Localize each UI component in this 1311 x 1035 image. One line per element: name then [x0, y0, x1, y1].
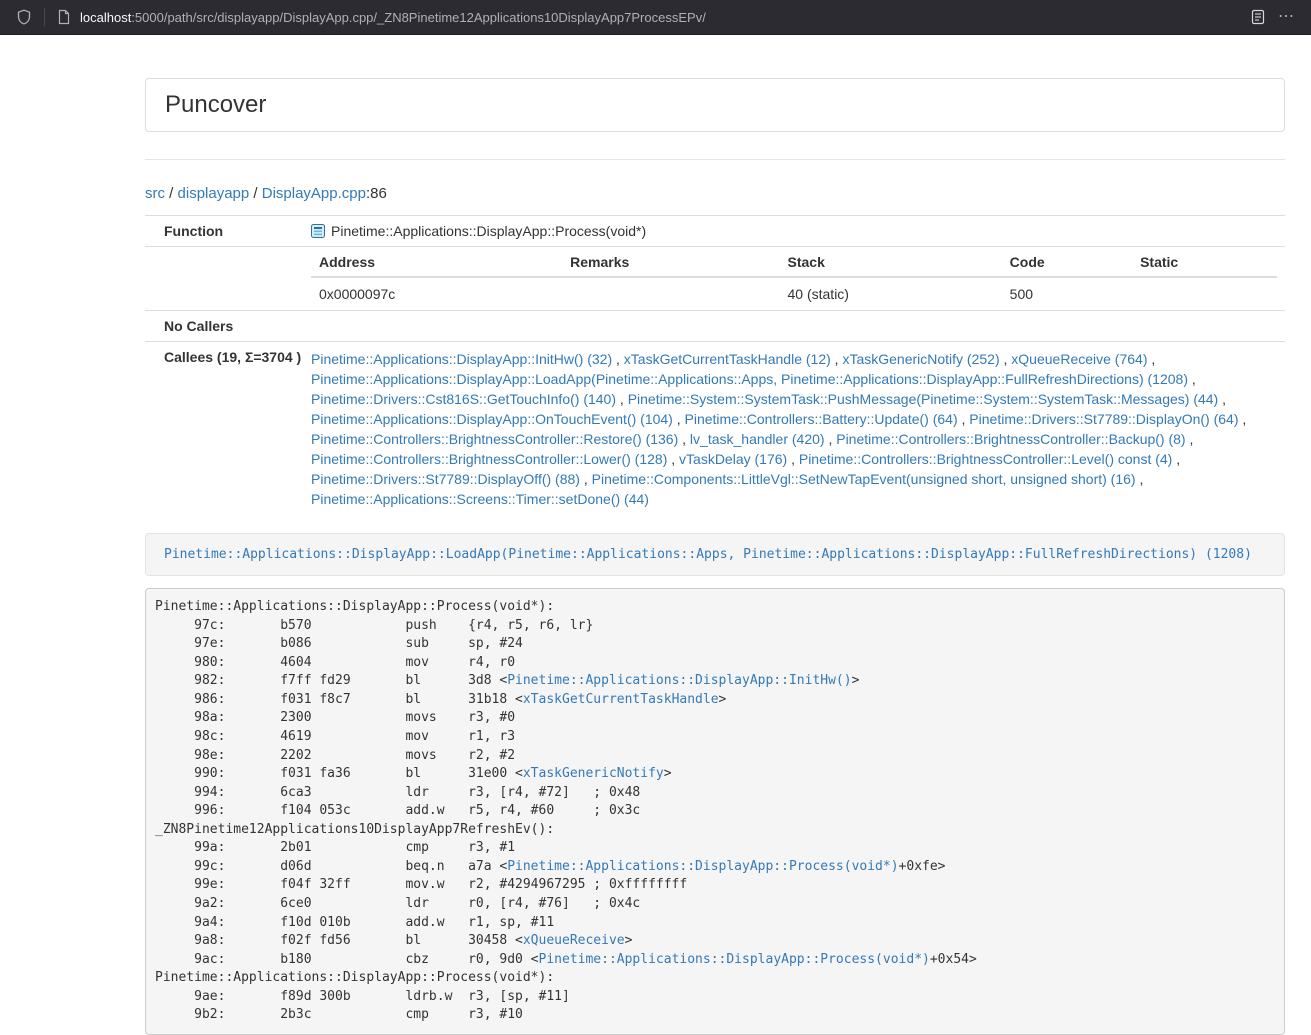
detail-col-header-remarks: Remarks: [562, 254, 779, 277]
callee-separator: ,: [1136, 471, 1144, 487]
callee-link[interactable]: Pinetime::Applications::DisplayApp::Load…: [311, 371, 1188, 387]
divider-rule: [145, 159, 1285, 160]
detail-col-header-stack: Stack: [780, 254, 1002, 277]
callee-link[interactable]: Pinetime::Drivers::Cst816S::GetTouchInfo…: [311, 391, 616, 407]
callee-separator: ,: [825, 431, 837, 447]
detail-col-header-code: Code: [1002, 254, 1132, 277]
callee-separator: ,: [667, 451, 679, 467]
callee-separator: ,: [612, 351, 624, 367]
highlighted-symbol-link[interactable]: Pinetime::Applications::DisplayApp::Load…: [164, 547, 1252, 562]
callee-separator: ,: [1188, 371, 1196, 387]
detail-col-header-address: Address: [311, 254, 562, 277]
callee-separator: ,: [673, 411, 685, 427]
callees-label: Callees (19, Σ=3704 ): [145, 342, 303, 517]
callee-separator: ,: [1147, 351, 1155, 367]
breadcrumb-separator: /: [249, 185, 262, 202]
detail-value-stack: 40 (static): [780, 277, 1002, 303]
callee-separator: ,: [958, 411, 970, 427]
detail-value-address: 0x0000097c: [311, 277, 562, 303]
page-actions-more-icon[interactable]: ⋯: [1274, 9, 1299, 25]
callee-link[interactable]: Pinetime::Components::LittleVgl::SetNewT…: [592, 471, 1136, 487]
breadcrumb-link-displayapp.cpp[interactable]: DisplayApp.cpp: [262, 185, 366, 202]
callee-link[interactable]: Pinetime::Drivers::St7789::DisplayOff() …: [311, 471, 580, 487]
callee-link[interactable]: xQueueReceive (764): [1011, 351, 1147, 367]
reader-mode-icon[interactable]: [1251, 9, 1265, 25]
callee-link[interactable]: vTaskDelay (176): [679, 451, 787, 467]
disassembly: Pinetime::Applications::DisplayApp::Proc…: [145, 588, 1285, 1035]
callee-separator: ,: [616, 391, 628, 407]
breadcrumb-separator: /: [165, 185, 178, 202]
callee-link[interactable]: lv_task_handler (420): [690, 431, 825, 447]
code-symbol-link[interactable]: xQueueReceive: [523, 933, 625, 948]
callee-separator: ,: [1172, 451, 1180, 467]
page-content: Puncover src / displayapp / DisplayApp.c…: [145, 35, 1285, 1035]
url-path: :5000/path/src/displayapp/DisplayApp.cpp…: [131, 10, 706, 25]
callee-separator: ,: [1186, 431, 1194, 447]
callee-separator: ,: [1239, 411, 1247, 427]
function-label: Function: [145, 216, 303, 247]
breadcrumb-link-src[interactable]: src: [145, 185, 165, 202]
detail-value-row: 0x0000097c 40 (static)500: [311, 277, 1277, 303]
callee-link[interactable]: Pinetime::Applications::Screens::Timer::…: [311, 491, 649, 507]
callee-link[interactable]: Pinetime::Controllers::BrightnessControl…: [311, 451, 667, 467]
callee-separator: ,: [1218, 391, 1226, 407]
function-cell: Pinetime::Applications::DisplayApp::Proc…: [303, 216, 1285, 247]
callee-link[interactable]: xTaskGetCurrentTaskHandle (12): [624, 351, 831, 367]
url-host: localhost: [80, 10, 131, 25]
symbol-table: Function Pinetime::Applications::Display…: [145, 215, 1285, 516]
app-title-panel: Puncover: [145, 78, 1285, 132]
detail-table: AddressRemarksStackCodeStatic 0x0000097c…: [311, 254, 1277, 303]
callee-separator: ,: [678, 431, 690, 447]
detail-value-code: 500: [1002, 277, 1132, 303]
code-symbol-link[interactable]: Pinetime::Applications::DisplayApp::Proc…: [507, 859, 898, 874]
chrome-divider: [44, 8, 45, 26]
no-callers-row: No Callers: [145, 311, 1285, 342]
page-title: Puncover: [165, 92, 1265, 118]
code-symbol-link[interactable]: Pinetime::Applications::DisplayApp::Proc…: [539, 952, 930, 967]
detail-row: AddressRemarksStackCodeStatic 0x0000097c…: [145, 247, 1285, 311]
breadcrumb-line-number: :86: [366, 185, 387, 202]
callee-link[interactable]: Pinetime::Controllers::BrightnessControl…: [836, 431, 1185, 447]
browser-chrome: localhost:5000/path/src/displayapp/Displ…: [0, 0, 1311, 35]
url-bar[interactable]: localhost:5000/path/src/displayapp/Displ…: [80, 10, 1242, 25]
function-type-icon: [311, 224, 325, 238]
callee-link[interactable]: xTaskGenericNotify (252): [842, 351, 999, 367]
callees-cell: Pinetime::Applications::DisplayApp::Init…: [303, 342, 1285, 517]
callee-link[interactable]: Pinetime::System::SystemTask::PushMessag…: [628, 391, 1219, 407]
code-symbol-link[interactable]: xTaskGetCurrentTaskHandle: [523, 692, 719, 707]
detail-value-remarks: [562, 277, 779, 303]
callee-link[interactable]: Pinetime::Drivers::St7789::DisplayOn() (…: [969, 411, 1238, 427]
page-info-icon[interactable]: [57, 9, 71, 25]
callee-link[interactable]: Pinetime::Applications::DisplayApp::OnTo…: [311, 411, 673, 427]
callee-link[interactable]: Pinetime::Controllers::BrightnessControl…: [311, 431, 678, 447]
code-symbol-link[interactable]: Pinetime::Applications::DisplayApp::Init…: [507, 673, 851, 688]
callee-separator: ,: [831, 351, 843, 367]
breadcrumb: src / displayapp / DisplayApp.cpp:86: [145, 185, 1285, 202]
highlighted-symbol-box: Pinetime::Applications::DisplayApp::Load…: [145, 533, 1285, 576]
detail-value-static: [1132, 277, 1277, 303]
breadcrumb-link-displayapp[interactable]: displayapp: [178, 185, 250, 202]
callees-row: Callees (19, Σ=3704 ) Pinetime::Applicat…: [145, 342, 1285, 517]
tracking-protection-shield-icon[interactable]: [16, 9, 32, 25]
callee-separator: ,: [580, 471, 592, 487]
function-name: Pinetime::Applications::DisplayApp::Proc…: [331, 223, 646, 239]
callee-link[interactable]: Pinetime::Applications::DisplayApp::Init…: [311, 351, 612, 367]
detail-col-header-static: Static: [1132, 254, 1277, 277]
callee-separator: ,: [1000, 351, 1012, 367]
function-row: Function Pinetime::Applications::Display…: [145, 216, 1285, 247]
callee-separator: ,: [787, 451, 799, 467]
code-symbol-link[interactable]: xTaskGenericNotify: [523, 766, 664, 781]
callee-link[interactable]: Pinetime::Controllers::Battery::Update()…: [685, 411, 958, 427]
callee-link[interactable]: Pinetime::Controllers::BrightnessControl…: [799, 451, 1172, 467]
no-callers-label: No Callers: [145, 311, 303, 342]
detail-header-row: AddressRemarksStackCodeStatic: [311, 254, 1277, 277]
